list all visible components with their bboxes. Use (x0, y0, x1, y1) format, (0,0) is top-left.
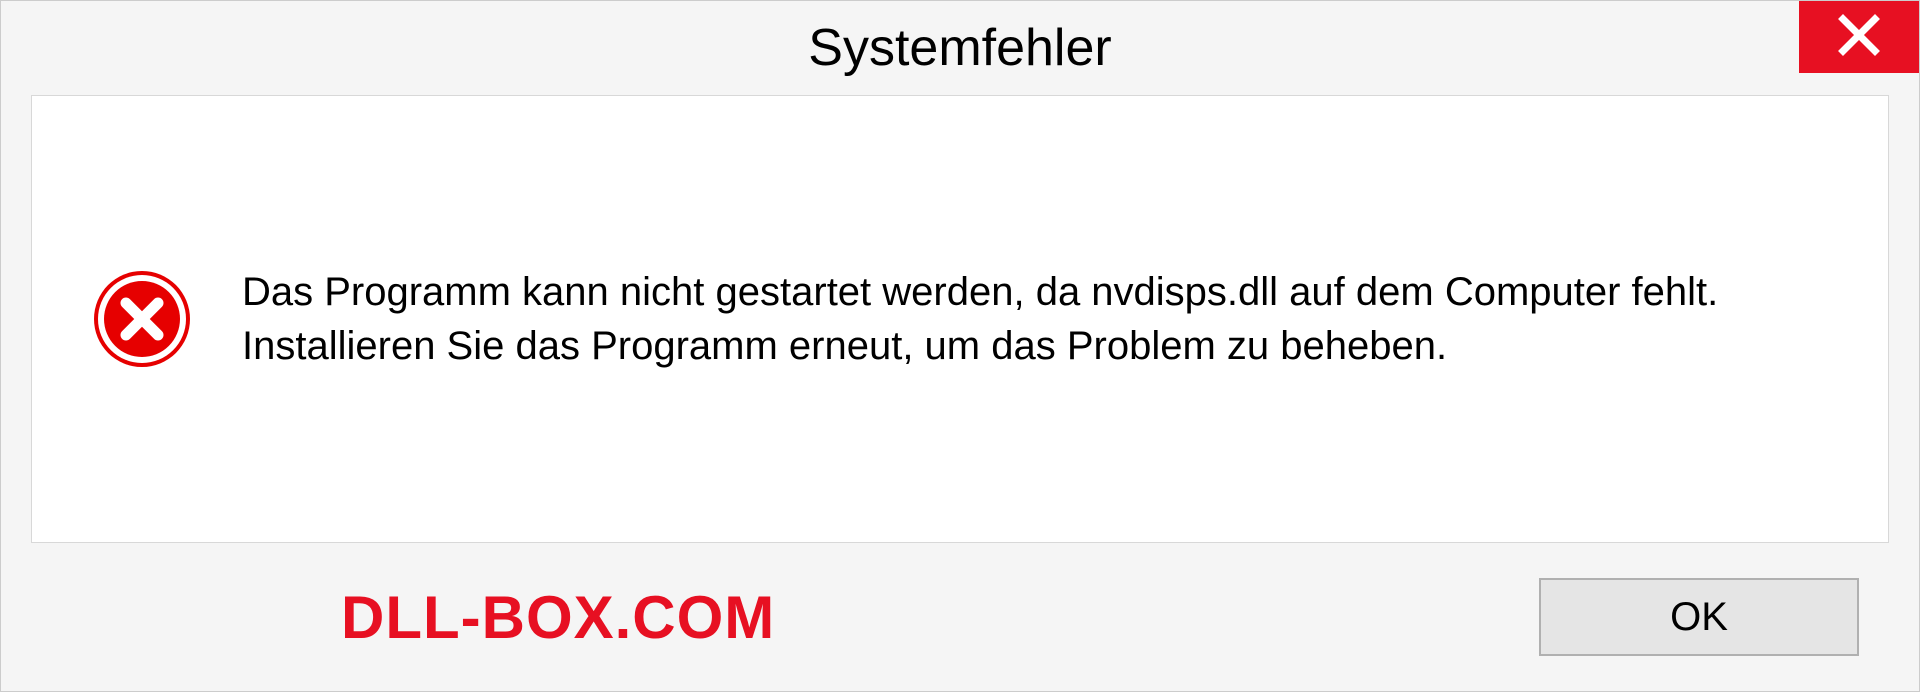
watermark-text: DLL-BOX.COM (341, 583, 775, 652)
dialog-title: Systemfehler (808, 18, 1111, 78)
content-panel: Das Programm kann nicht gestartet werden… (31, 95, 1889, 543)
ok-button[interactable]: OK (1539, 578, 1859, 656)
error-message: Das Programm kann nicht gestartet werden… (242, 265, 1828, 373)
close-icon (1837, 13, 1881, 62)
close-button[interactable] (1799, 1, 1919, 73)
dialog-footer: DLL-BOX.COM OK (1, 543, 1919, 691)
titlebar: Systemfehler (1, 1, 1919, 95)
error-dialog: Systemfehler Das Programm kann nicht ges… (0, 0, 1920, 692)
error-icon (92, 269, 192, 369)
